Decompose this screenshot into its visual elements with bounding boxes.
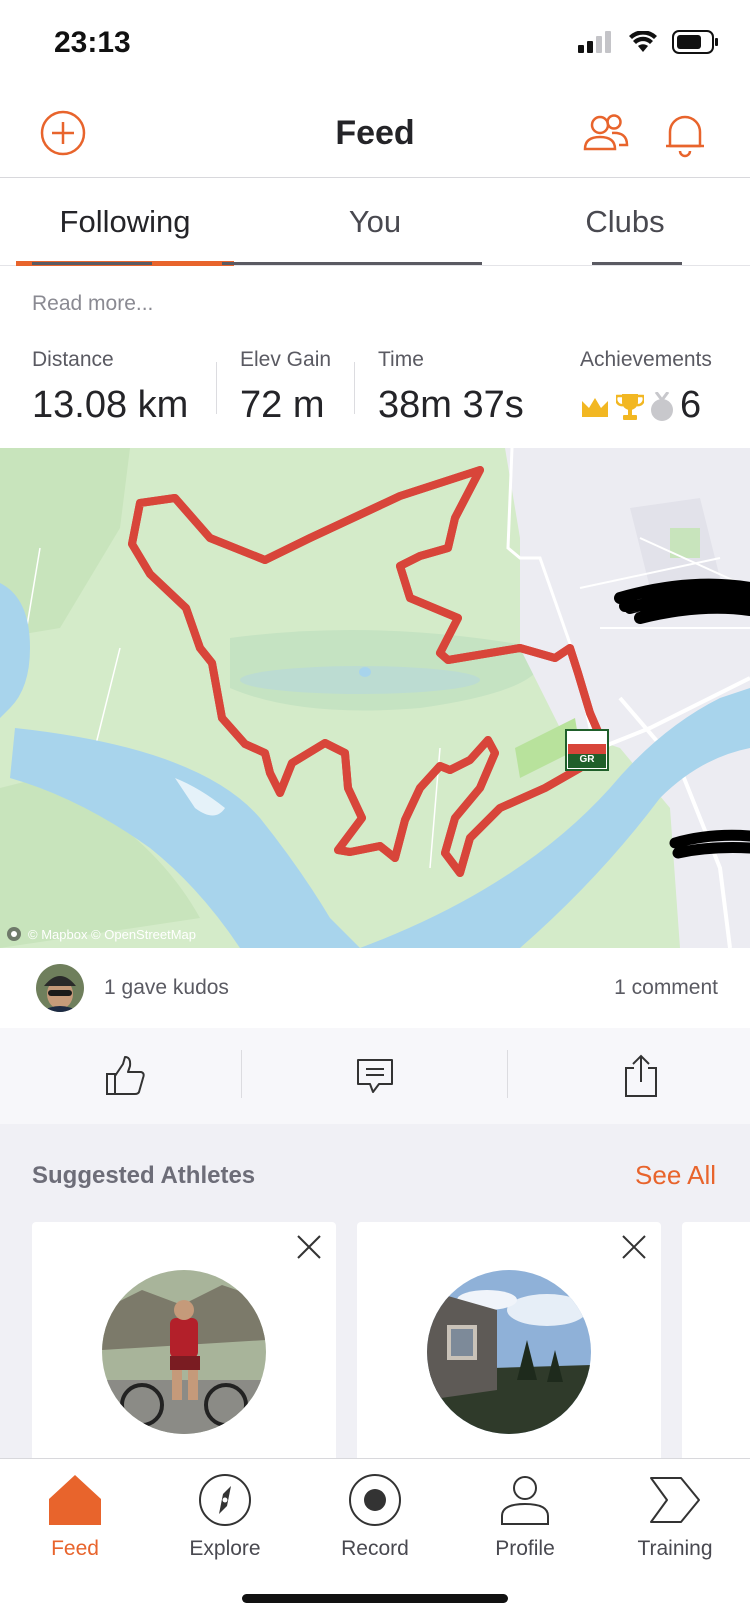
nav-label: Explore	[189, 1537, 261, 1560]
route-map-graphic	[0, 448, 750, 948]
comment-button[interactable]	[250, 1028, 500, 1124]
nav-label: Training	[637, 1537, 713, 1560]
comment-icon	[357, 1059, 393, 1093]
training-icon	[650, 1477, 700, 1523]
activity-map[interactable]: GR © Mapbox © OpenStreetMap	[0, 448, 750, 948]
feed-header: Feed	[0, 92, 750, 178]
nav-record[interactable]: Record	[300, 1465, 450, 1561]
achievement-icons	[580, 391, 674, 422]
notifications-button[interactable]	[664, 108, 706, 158]
avatar[interactable]	[102, 1270, 266, 1434]
action-divider	[241, 1050, 242, 1098]
signal-icon	[578, 31, 611, 53]
nav-training[interactable]: Training	[600, 1465, 750, 1561]
home-icon	[49, 1475, 101, 1525]
avatar[interactable]	[36, 964, 84, 1012]
close-icon[interactable]	[619, 1232, 649, 1262]
athlete-photo-cyclist	[102, 1270, 266, 1434]
nav-explore[interactable]: Explore	[150, 1465, 300, 1561]
battery-icon	[672, 30, 718, 54]
medal-icon	[651, 391, 673, 421]
athlete-photo-cabin	[427, 1270, 591, 1434]
nav-label: Record	[341, 1537, 409, 1560]
wifi-icon	[629, 31, 657, 52]
close-icon[interactable]	[294, 1232, 324, 1262]
crown-icon	[582, 397, 608, 417]
athlete-card[interactable]	[32, 1222, 336, 1458]
stat-distance: Distance 13.08 km	[32, 348, 188, 427]
status-time: 23:13	[54, 26, 131, 59]
kudos-avatar-image	[36, 964, 84, 1012]
description-clipped-text	[32, 262, 682, 265]
section-title: Suggested Athletes	[32, 1162, 256, 1189]
feed-tabs: Following You Clubs	[0, 178, 750, 266]
people-icon	[583, 114, 629, 151]
stat-achievements-value: 6	[680, 384, 702, 426]
tab-clubs[interactable]: Clubs	[508, 178, 742, 266]
tab-you[interactable]: You	[258, 178, 492, 266]
stat-divider	[216, 362, 217, 414]
stat-elev-gain-label: Elev Gain	[240, 348, 332, 371]
kudos-count[interactable]: 1 gave kudos	[104, 976, 229, 1000]
share-icon	[625, 1054, 657, 1097]
stat-time-value: 38m 37s	[378, 384, 524, 426]
home-indicator	[242, 1594, 508, 1603]
activity-actions	[0, 1028, 750, 1124]
status-icons	[578, 30, 720, 54]
stat-elev-gain-value: 72 m	[240, 384, 325, 426]
nav-profile[interactable]: Profile	[450, 1465, 600, 1561]
read-more-link[interactable]: Read more...	[32, 292, 153, 316]
tab-following[interactable]: Following	[8, 178, 242, 266]
bell-icon	[666, 115, 704, 158]
stat-elev-gain: Elev Gain 72 m	[240, 348, 331, 427]
status-bar: 23:13	[0, 0, 750, 92]
nav-feed[interactable]: Feed	[0, 1465, 150, 1561]
mapbox-logo-icon	[7, 927, 21, 941]
profile-icon	[501, 1476, 549, 1525]
map-attribution-text: © Mapbox © OpenStreetMap	[28, 926, 197, 942]
comment-count[interactable]: 1 comment	[614, 976, 718, 1000]
share-button[interactable]	[516, 1028, 750, 1124]
stat-time: Time 38m 37s	[378, 348, 524, 427]
find-friends-button[interactable]	[582, 110, 630, 156]
see-all-link[interactable]: See All	[635, 1160, 716, 1191]
page-title: Feed	[335, 114, 415, 152]
stat-distance-label: Distance	[32, 348, 114, 371]
record-icon	[349, 1474, 401, 1526]
athlete-card[interactable]	[682, 1222, 750, 1458]
compass-icon	[199, 1474, 251, 1526]
trophy-icon	[616, 393, 644, 420]
stat-achievements-label: Achievements	[580, 348, 712, 371]
suggested-athletes: Suggested Athletes See All	[0, 1124, 750, 1458]
stat-divider	[354, 362, 355, 414]
thumbs-up-icon	[106, 1056, 145, 1095]
action-divider	[507, 1050, 508, 1098]
avatar[interactable]	[427, 1270, 591, 1434]
map-finish-badge: GR	[579, 754, 595, 765]
nav-label: Profile	[495, 1537, 555, 1560]
stat-distance-value: 13.08 km	[32, 384, 189, 426]
stat-achievements: Achievements 6	[580, 348, 712, 427]
kudos-button[interactable]	[0, 1028, 250, 1124]
stat-time-label: Time	[378, 348, 424, 371]
kudos-row[interactable]: 1 gave kudos 1 comment	[0, 948, 750, 1028]
map-attribution: © Mapbox © OpenStreetMap	[6, 926, 196, 942]
nav-label: Feed	[51, 1537, 99, 1560]
athlete-card[interactable]	[357, 1222, 661, 1458]
